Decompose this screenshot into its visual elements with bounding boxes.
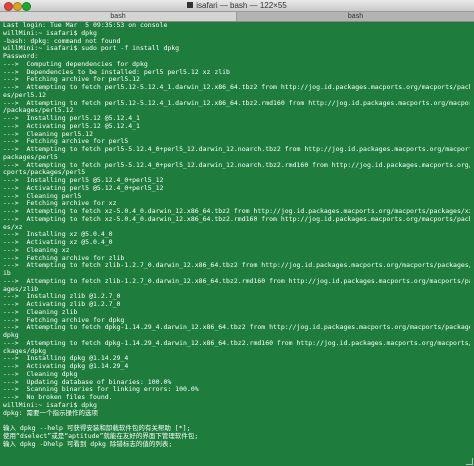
terminal-line: ---> Attempting to fetch dpkg-1.14.29_4.…	[3, 323, 471, 332]
home-folder-icon	[187, 2, 194, 8]
terminal-line: ---> Attempting to fetch perl5-5.12.4_0+…	[3, 145, 471, 153]
terminal-line: ---> Attempting to fetch xz-5.0.4_0.darw…	[3, 214, 471, 223]
resize-handle[interactable]	[466, 458, 473, 465]
scrollbar[interactable]	[470, 22, 474, 466]
tab-bash-1[interactable]: bash	[0, 12, 237, 21]
terminal-line: willMini:~ isafari$ sudo port -f install…	[3, 44, 180, 53]
terminal-window: isafari — bash — 122×55 bash bash Last l…	[0, 0, 474, 466]
title-bar[interactable]: isafari — bash — 122×55	[0, 0, 474, 12]
terminal-line: ---> Attempting to fetch perl5.12-5.12.4…	[3, 98, 471, 107]
tab-bar: bash bash	[0, 12, 474, 22]
terminal-line: dpkg: 需要一个指示操作的选项	[3, 408, 98, 417]
tab-bash-2[interactable]: bash	[237, 12, 474, 21]
terminal-line: ---> Attempting to fetch dpkg-1.14.29_4.…	[3, 338, 471, 347]
terminal-line: ---> Attempting to fetch zlib-1.2.7_0.da…	[3, 276, 471, 285]
terminal-output[interactable]: Last login: Tue Mar 5 09:35:53 on consol…	[3, 22, 471, 462]
terminal-line: ---> Activating xz @5.0.4_0	[3, 238, 113, 246]
window-title-text: isafari — bash — 122×55	[196, 1, 287, 10]
terminal-line: ---> Attempting to fetch perl5.12-5.12.4…	[3, 83, 471, 91]
window-title: isafari — bash — 122×55	[0, 0, 474, 11]
terminal-line: 输入 dpkg -Dhelp 可看到 dpkg 除错标志的值的列表;	[3, 439, 173, 448]
terminal-line: ---> Attempting to fetch zlib-1.2.7_0.da…	[3, 261, 471, 270]
